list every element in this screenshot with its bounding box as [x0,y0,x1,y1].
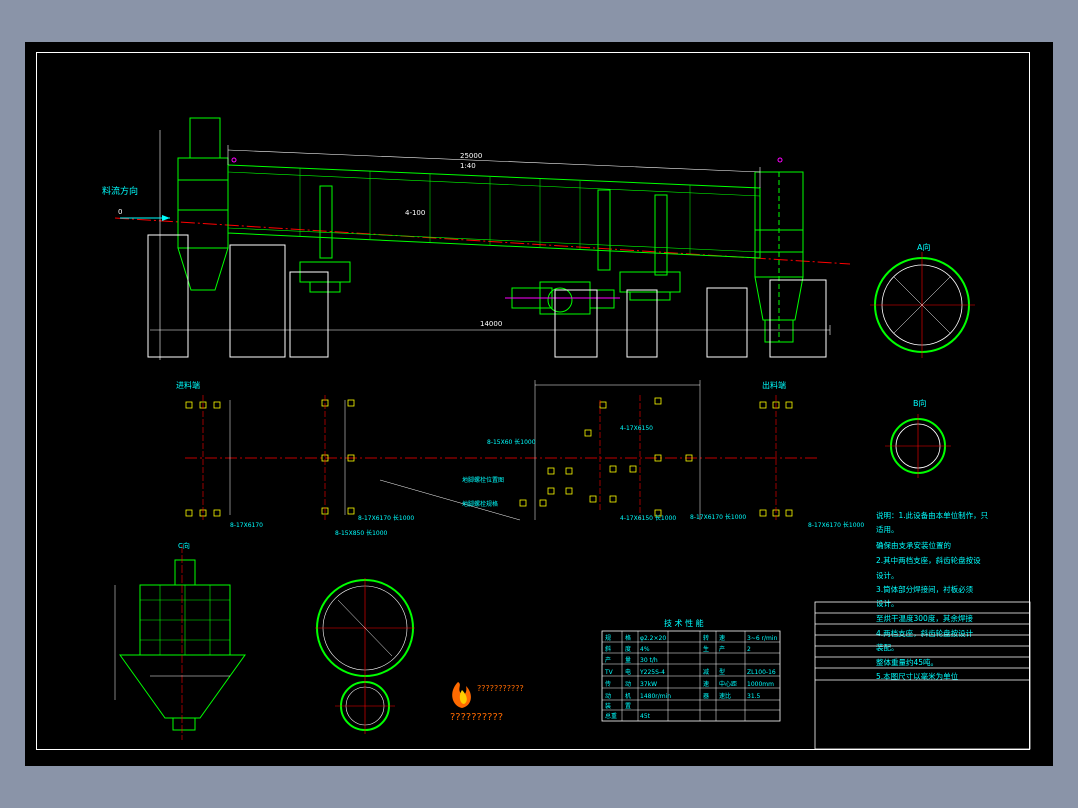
notes-block: 说明：1.此设备由本单位制作，只 适用。 确保由支承安装位置的 2.其中两档支座… [876,510,989,681]
svg-text:器: 器 [703,693,709,700]
cad-drawing: 料流方向 0 25000 1:40 14000 4-100 A向 B向 进料端 … [102,117,1031,750]
kiln-elevation: 料流方向 0 25000 1:40 14000 4-100 [102,117,851,360]
section-small: B向 [885,398,951,478]
svg-text:4-17X6150: 4-17X6150 [620,425,653,432]
riding-ring-3 [654,194,668,276]
anchor-note-1: 地脚螺栓位置图 [462,476,504,484]
outlet-hood [754,171,804,343]
svg-text:TV: TV [604,669,614,676]
svg-text:8-17X6170 长1000: 8-17X6170 长1000 [690,513,746,521]
svg-text:减: 减 [703,668,709,676]
svg-text:动: 动 [625,681,631,688]
spec-table: 技 术 性 能 规格 φ2.2×20 转速 3~6 r/min 斜度 4% 生产 2 产量3… [601,618,781,722]
svg-text:2.其中两档支座，斜齿轮盘按设: 2.其中两档支座，斜齿轮盘按设 [876,555,981,565]
center-span-dim: 14000 [480,320,502,328]
svg-text:斜: 斜 [605,645,611,653]
riding-ring-1 [319,185,333,259]
inlet-hood [177,117,229,291]
svg-text:产: 产 [605,656,611,664]
svg-text:产: 产 [719,645,725,653]
foundations [147,234,827,358]
svg-text:4%: 4% [640,646,650,653]
svg-text:机: 机 [625,692,631,700]
svg-text:设计。: 设计。 [876,570,899,580]
svg-text:31.5: 31.5 [747,693,761,700]
svg-text:传: 传 [605,680,611,688]
svg-text:设计。: 设计。 [876,598,899,608]
svg-text:格: 格 [625,634,631,642]
svg-text:生: 生 [703,645,709,653]
svg-text:8-17X6170: 8-17X6170 [230,522,263,529]
spec-table-title: 技 术 性 能 [664,618,704,628]
tilt-dim: 1:40 [460,162,476,170]
anchor-note-2: 地脚螺栓规格 [462,500,498,508]
svg-text:转: 转 [703,634,709,642]
shell-dim: 4-100 [405,209,425,217]
svg-text:φ2.2×20: φ2.2×20 [640,635,666,642]
svg-text:总重: 总重 [605,712,617,720]
svg-text:5.本图尺寸以毫米为单位: 5.本图尺寸以毫米为单位 [876,671,959,681]
section-b-label: B向 [913,398,927,408]
svg-text:至烘干温度300度，其余焊接: 至烘干温度300度，其余焊接 [876,613,973,623]
svg-text:8-17X6170 长1000: 8-17X6170 长1000 [808,521,864,529]
svg-text:2: 2 [747,646,751,653]
svg-text:电: 电 [625,668,631,676]
svg-text:确保由支承安装位置的: 确保由支承安装位置的 [876,540,951,550]
svg-text:ZL100-16: ZL100-16 [747,669,776,676]
svg-text:说明：1.此设备由本单位制作，只: 说明：1.此设备由本单位制作，只 [876,510,989,520]
svg-text:中心距: 中心距 [719,680,737,688]
ring-detail [315,578,415,734]
svg-text:3.筒体部分焊接间，衬板必须: 3.筒体部分焊接间，衬板必须 [876,584,974,594]
kiln-shell [227,164,761,259]
svg-text:速比: 速比 [719,692,731,700]
anchor-bolt-plan: 进料端 出料端 8-17X6170 8-17X6170 长1000 8-15X8… [176,380,864,537]
svg-text:度: 度 [625,645,631,653]
svg-text:8-15X850 长1000: 8-15X850 长1000 [335,529,388,537]
svg-text:1000mm: 1000mm [747,681,774,688]
svg-text:Y225S-4: Y225S-4 [639,669,665,676]
svg-text:3~6 r/min: 3~6 r/min [747,635,778,642]
svg-text:速: 速 [703,681,709,688]
outlet-view-label: 出料端 [762,380,786,390]
svg-text:1480r/min: 1480r/min [640,693,671,700]
svg-text:规: 规 [605,634,611,642]
svg-text:型: 型 [719,668,725,676]
svg-text:量: 量 [625,657,631,664]
support-roller-2 [619,271,681,293]
svg-text:装配。: 装配。 [876,642,899,652]
drive-assembly [505,281,620,315]
svg-text:整体重量约45吨。: 整体重量约45吨。 [876,657,938,667]
svg-text:适用。: 适用。 [876,524,899,534]
svg-text:速: 速 [719,635,725,642]
svg-text:0: 0 [118,208,122,216]
section-large: A向 [870,242,975,358]
company-logo: ??????????? ?????????? [450,682,524,723]
svg-text:8-15X60 长1000: 8-15X60 长1000 [487,438,536,446]
svg-text:4-17X6150 长1000: 4-17X6150 长1000 [620,514,676,522]
svg-text:37kW: 37kW [640,681,657,688]
overall-length-dim: 25000 [460,152,482,160]
svg-text:30 t/h: 30 t/h [640,657,658,664]
svg-text:45t: 45t [640,713,651,720]
svg-text:动: 动 [605,693,611,700]
svg-text:置: 置 [625,703,631,710]
section-a-label: A向 [917,242,930,252]
logo-sub: ?????????? [450,712,503,723]
svg-text:8-17X6170 长1000: 8-17X6170 长1000 [358,514,414,522]
section-c-label: C向 [178,541,190,550]
flow-direction-label: 料流方向 [102,185,138,197]
logo-text: ??????????? [477,684,524,693]
hood-detail [119,545,246,740]
svg-text:4.两档支座，斜齿轮盘按设计: 4.两档支座，斜齿轮盘按设计 [876,628,974,638]
inlet-view-label: 进料端 [176,380,200,390]
riding-ring-2 [597,189,611,271]
svg-text:装: 装 [605,702,611,710]
